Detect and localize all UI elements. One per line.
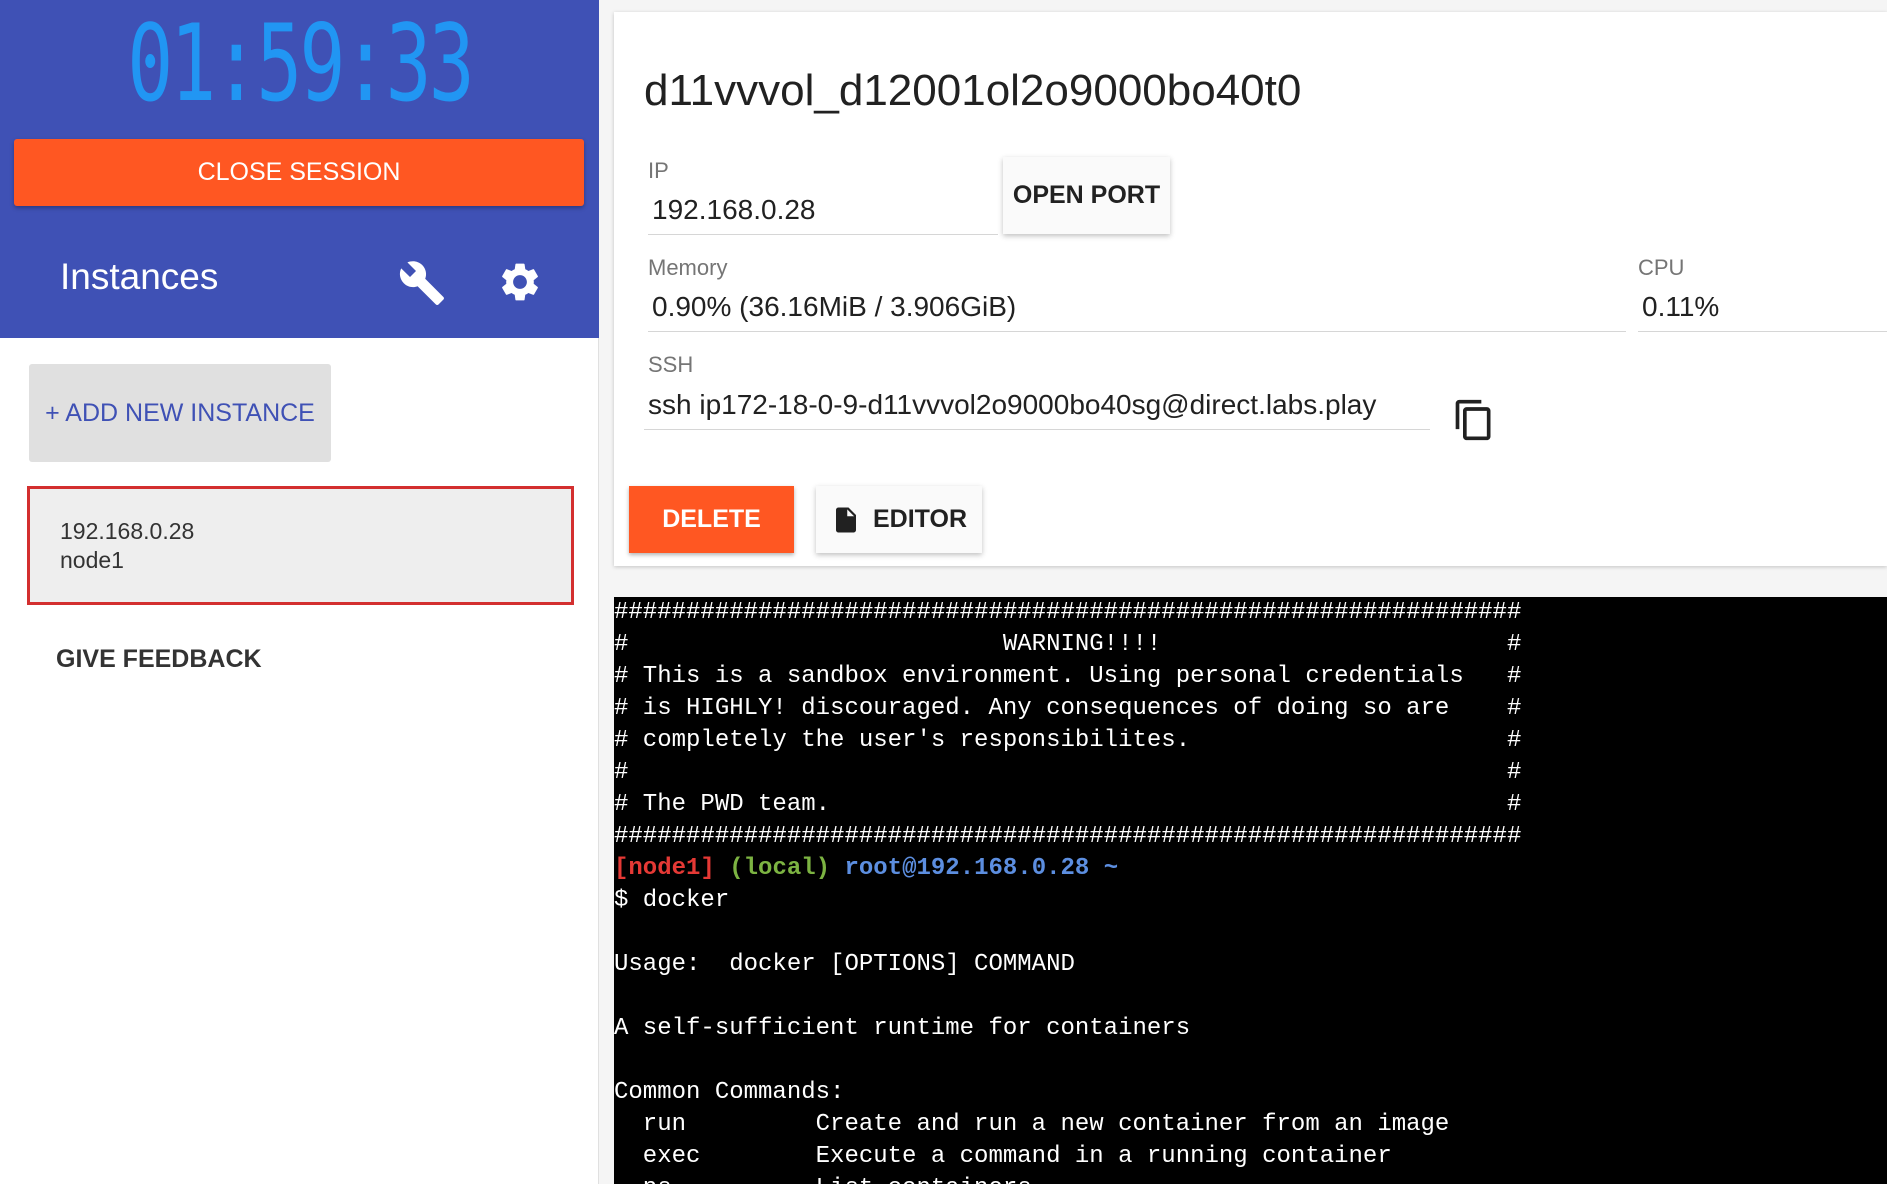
terminal-output-line: ps List containers [614, 1173, 1887, 1184]
sidebar-header: 01:59:33 CLOSE SESSION Instances [0, 0, 599, 338]
editor-label: EDITOR [873, 505, 967, 533]
terminal-output-line: exec Execute a command in a running cont… [614, 1143, 1392, 1170]
file-icon [836, 507, 856, 532]
terminal-line: ########################################… [614, 599, 1522, 626]
prompt-user: root@192.168.0.28 ~ [844, 855, 1119, 882]
terminal-line: # This is a sandbox environment. Using p… [614, 663, 1522, 690]
instance-list-item[interactable]: 192.168.0.28 node1 [27, 486, 574, 605]
terminal-output-line: A self-sufficient runtime for containers [614, 1015, 1191, 1042]
give-feedback-link[interactable]: GIVE FEEDBACK [56, 645, 262, 674]
terminal-line: # WARNING!!!! # [614, 631, 1522, 658]
terminal-line: ########################################… [614, 823, 1522, 850]
terminal-command: $ docker [614, 887, 730, 914]
wrench-icon[interactable] [398, 259, 446, 307]
terminal-output-line: run Create and run a new container from … [614, 1111, 1450, 1138]
session-timer: 01:59:33 [127, 2, 474, 125]
prompt-local: (local) [729, 855, 831, 882]
instance-name: node1 [60, 547, 124, 573]
prompt-node: [node1] [614, 855, 715, 882]
instances-title: Instances [60, 256, 219, 297]
open-port-button[interactable]: OPEN PORT [1003, 157, 1170, 234]
instance-title: d11vvvol_d12001ol2o9000bo40t0 [644, 66, 1302, 115]
copy-icon[interactable] [1452, 396, 1496, 444]
editor-button[interactable]: EDITOR [816, 486, 982, 553]
memory-field[interactable]: 0.90% (36.16MiB / 3.906GiB) [648, 291, 1626, 332]
close-session-button[interactable]: CLOSE SESSION [14, 139, 584, 206]
terminal-line: # # [614, 759, 1522, 786]
ip-label: IP [648, 158, 669, 183]
terminal-output-line: Usage: docker [OPTIONS] COMMAND [614, 951, 1075, 978]
add-new-instance-button[interactable]: + ADD NEW INSTANCE [29, 364, 331, 462]
terminal-prompt: [node1] (local) root@192.168.0.28 ~ [614, 853, 1887, 885]
instance-details-panel: d11vvvol_d12001ol2o9000bo40t0 IP 192.168… [614, 12, 1887, 566]
terminal[interactable]: ########################################… [614, 597, 1887, 1184]
memory-label: Memory [648, 255, 728, 280]
ssh-label: SSH [648, 352, 694, 377]
terminal-line: # completely the user's responsibilites.… [614, 727, 1522, 754]
sidebar: 01:59:33 CLOSE SESSION Instances + ADD N… [0, 0, 599, 1184]
ip-field[interactable]: 192.168.0.28 [648, 194, 998, 235]
gear-icon[interactable] [497, 259, 543, 305]
ssh-field[interactable]: ssh ip172-18-0-9-d11vvvol2o9000bo40sg@di… [644, 389, 1430, 430]
terminal-output-line: Common Commands: [614, 1079, 845, 1106]
instance-ip: 192.168.0.28 [60, 518, 195, 544]
cpu-field[interactable]: 0.11% [1638, 291, 1887, 332]
terminal-line: # The PWD team. # [614, 791, 1522, 818]
delete-button[interactable]: DELETE [629, 486, 794, 553]
terminal-line: # is HIGHLY! discouraged. Any consequenc… [614, 695, 1522, 722]
cpu-label: CPU [1638, 255, 1685, 280]
